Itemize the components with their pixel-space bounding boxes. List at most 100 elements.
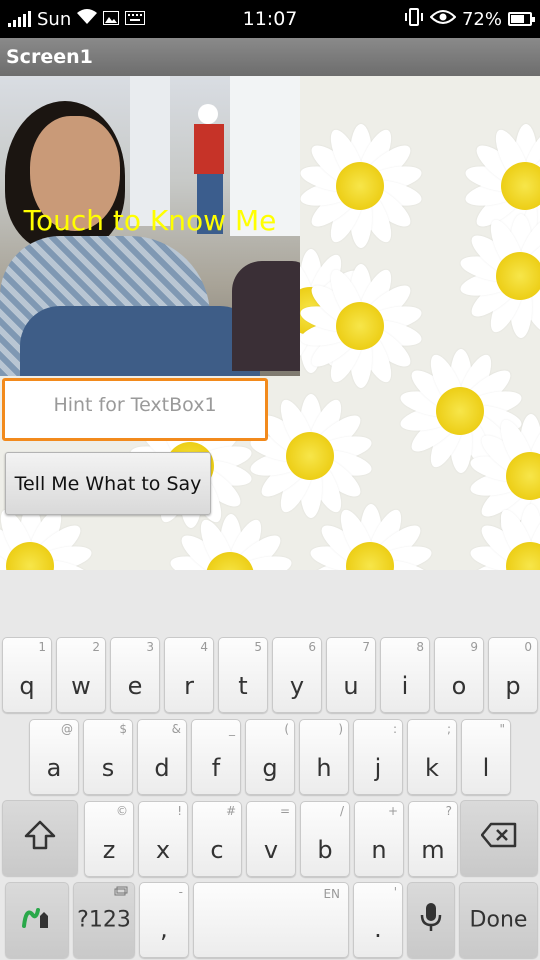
key-alt-label: 4	[200, 640, 208, 654]
backspace-key[interactable]	[460, 800, 538, 876]
swype-icon	[6, 902, 68, 938]
key-alt-label: ?	[445, 804, 452, 818]
key-alt-label: 5	[254, 640, 262, 654]
key-label: k	[425, 754, 439, 782]
key-i[interactable]: 8i	[380, 637, 430, 713]
key-b[interactable]: / b	[300, 801, 350, 877]
key-w[interactable]: 2w	[56, 637, 106, 713]
comma-alt: -	[178, 885, 183, 899]
space-language: EN	[323, 887, 340, 901]
key-label: r	[184, 672, 194, 700]
key-alt-label: 1	[38, 640, 46, 654]
key-label: u	[343, 672, 359, 700]
microphone-icon	[408, 901, 454, 939]
photo-caption: Touch to Know Me	[23, 204, 277, 237]
key-j[interactable]: :j	[353, 719, 403, 795]
key-alt-label: ;	[446, 722, 451, 736]
key-alt-label: &	[171, 722, 181, 736]
textbox1[interactable]	[2, 378, 268, 441]
key-h[interactable]: ) h	[299, 719, 349, 795]
shift-key[interactable]	[2, 800, 78, 876]
period-key[interactable]: . '	[353, 882, 403, 958]
key-label: x	[155, 836, 171, 864]
key-l[interactable]: " l	[461, 719, 511, 795]
key-n[interactable]: + n	[354, 801, 404, 877]
key-alt-label: ©	[116, 804, 128, 818]
backspace-icon	[461, 822, 537, 854]
key-g[interactable]: (g	[245, 719, 295, 795]
key-alt-label: )	[338, 722, 343, 736]
key-alt-label: 8	[416, 640, 424, 654]
key-label: m	[421, 836, 445, 864]
swype-key[interactable]	[5, 882, 69, 958]
battery-icon	[508, 12, 535, 26]
key-label: v	[263, 836, 279, 864]
key-o[interactable]: 9o	[434, 637, 484, 713]
daisy-flower	[460, 496, 540, 570]
key-e[interactable]: 3e	[110, 637, 160, 713]
key-label: p	[505, 672, 521, 700]
key-d[interactable]: & d	[137, 719, 187, 795]
key-alt-label: !	[177, 804, 182, 818]
key-label: q	[19, 672, 35, 700]
key-a[interactable]: @ a	[29, 719, 79, 795]
comma-key[interactable]: , -	[139, 882, 189, 958]
key-u[interactable]: 7u	[326, 637, 376, 713]
done-key[interactable]: Done	[459, 882, 538, 958]
key-r[interactable]: 4r	[164, 637, 214, 713]
key-label: a	[46, 754, 62, 782]
key-v[interactable]: = v	[246, 801, 296, 877]
key-label: d	[154, 754, 170, 782]
key-q[interactable]: 1q	[2, 637, 52, 713]
key-t[interactable]: 5t	[218, 637, 268, 713]
app-canvas: Touch to Know Me Tell Me What to Say	[0, 76, 540, 570]
key-label: w	[71, 672, 91, 700]
key-label: f	[211, 754, 221, 782]
daisy-flower	[450, 206, 540, 346]
done-label: Done	[469, 907, 528, 933]
eye-icon	[429, 9, 457, 30]
key-alt-label: /	[339, 804, 344, 818]
vibrate-icon	[404, 7, 424, 31]
key-alt-label: #	[225, 804, 236, 818]
key-alt-label: 7	[362, 640, 370, 654]
daisy-flower	[290, 116, 430, 256]
backpack	[232, 261, 300, 371]
key-alt-label: @	[61, 722, 73, 736]
mic-key[interactable]	[407, 882, 455, 958]
key-alt-label: _	[229, 722, 235, 736]
key-x[interactable]: ! x	[138, 801, 188, 877]
status-bar: Sun 11:07 72%	[0, 0, 540, 38]
key-z[interactable]: © z	[84, 801, 134, 877]
key-label: b	[317, 836, 333, 864]
key-label: o	[451, 672, 467, 700]
key-label: h	[316, 754, 332, 782]
screen-title: Screen1	[6, 46, 93, 68]
period-label: .	[374, 915, 382, 943]
key-m[interactable]: ? m	[408, 801, 458, 877]
key-k[interactable]: ; k	[407, 719, 457, 795]
keyboard-top-bar	[0, 570, 540, 635]
key-alt-label: 9	[470, 640, 478, 654]
key-label: i	[401, 672, 409, 700]
soft-keyboard: 1q2w3e4r5t6y7u8i9o0p @ a $ s & d _ f(g) h: j; k " l …	[0, 635, 540, 960]
key-label: e	[127, 672, 143, 700]
key-label: s	[101, 754, 115, 782]
key-s[interactable]: $ s	[83, 719, 133, 795]
key-alt-label: 6	[308, 640, 316, 654]
key-label: l	[482, 754, 490, 782]
tell-me-what-to-say-button[interactable]: Tell Me What to Say	[5, 452, 211, 515]
key-alt-label: 0	[524, 640, 532, 654]
textbox1-input[interactable]	[5, 381, 265, 421]
symbols-key[interactable]: ?123	[73, 882, 135, 958]
key-alt-label: 2	[92, 640, 100, 654]
status-right: 72%	[404, 0, 535, 38]
key-f[interactable]: _ f	[191, 719, 241, 795]
symbols-label: ?123	[77, 907, 131, 933]
key-alt-label: :	[392, 722, 397, 736]
space-key[interactable]: EN	[193, 882, 349, 958]
key-y[interactable]: 6y	[272, 637, 322, 713]
profile-photo[interactable]: Touch to Know Me	[0, 76, 300, 376]
key-c[interactable]: # c	[192, 801, 242, 877]
key-p[interactable]: 0p	[488, 637, 538, 713]
